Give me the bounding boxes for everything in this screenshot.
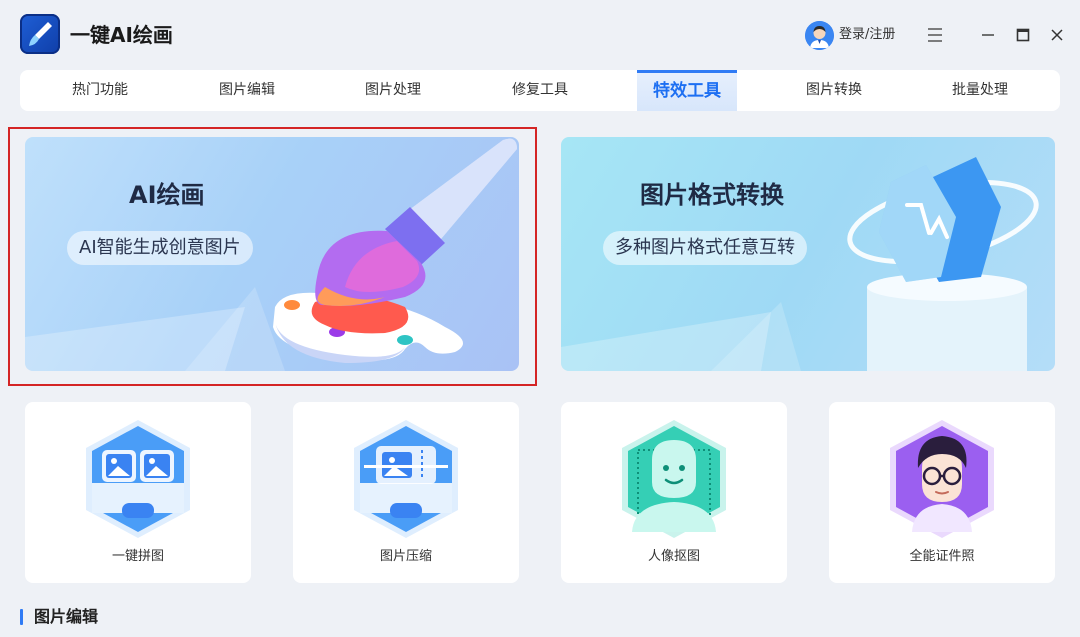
tab-image-edit[interactable]: 图片编辑 <box>197 70 297 111</box>
compress-icon <box>354 420 458 538</box>
portrait-cutout-icon <box>622 420 726 538</box>
portrait-cutout-label: 人像抠图 <box>647 549 700 564</box>
format-convert-banner[interactable]: 图片格式转换 多种图片格式任意互转 <box>561 137 1055 371</box>
menu-icon[interactable] <box>924 24 946 46</box>
section-accent-bar <box>20 609 23 625</box>
ai-painting-banner[interactable]: AI绘画 AI智能生成创意图片 <box>25 137 519 371</box>
app-title: 一键AI绘画 <box>70 23 173 47</box>
maximize-icon[interactable] <box>1012 24 1034 46</box>
compress-card[interactable]: 图片压缩 <box>293 402 519 583</box>
id-photo-card[interactable]: 全能证件照 <box>829 402 1055 583</box>
convert-banner-subtitle: 多种图片格式任意互转 <box>603 231 807 265</box>
tab-hot-features[interactable]: 热门功能 <box>50 70 150 111</box>
convert-banner-title: 图片格式转换 <box>640 181 784 209</box>
collage-label: 一键拼图 <box>111 549 164 564</box>
collage-icon <box>86 420 190 538</box>
title-bar: 一键AI绘画 登录/注册 <box>0 0 1080 70</box>
app-logo-icon <box>20 14 60 54</box>
tab-image-processing[interactable]: 图片处理 <box>343 70 443 111</box>
minimize-icon[interactable] <box>977 24 999 46</box>
tab-effects-tools[interactable]: 特效工具 <box>637 70 737 111</box>
login-register-link[interactable]: 登录/注册 <box>839 26 895 44</box>
tab-batch-processing[interactable]: 批量处理 <box>930 70 1030 111</box>
category-tab-bar: 热门功能 图片编辑 图片处理 修复工具 特效工具 图片转换 批量处理 <box>20 70 1060 111</box>
ai-banner-title: AI绘画 <box>129 181 205 209</box>
tab-image-convert[interactable]: 图片转换 <box>784 70 884 111</box>
compress-label: 图片压缩 <box>379 549 432 564</box>
close-icon[interactable] <box>1046 24 1068 46</box>
collage-card[interactable]: 一键拼图 <box>25 402 251 583</box>
tab-repair-tools[interactable]: 修复工具 <box>490 70 590 111</box>
id-photo-label: 全能证件照 <box>909 549 975 564</box>
avatar[interactable] <box>805 21 834 50</box>
id-photo-icon <box>890 420 994 538</box>
section-title: 图片编辑 <box>34 607 99 626</box>
portrait-cutout-card[interactable]: 人像抠图 <box>561 402 787 583</box>
ai-banner-subtitle: AI智能生成创意图片 <box>67 231 253 265</box>
